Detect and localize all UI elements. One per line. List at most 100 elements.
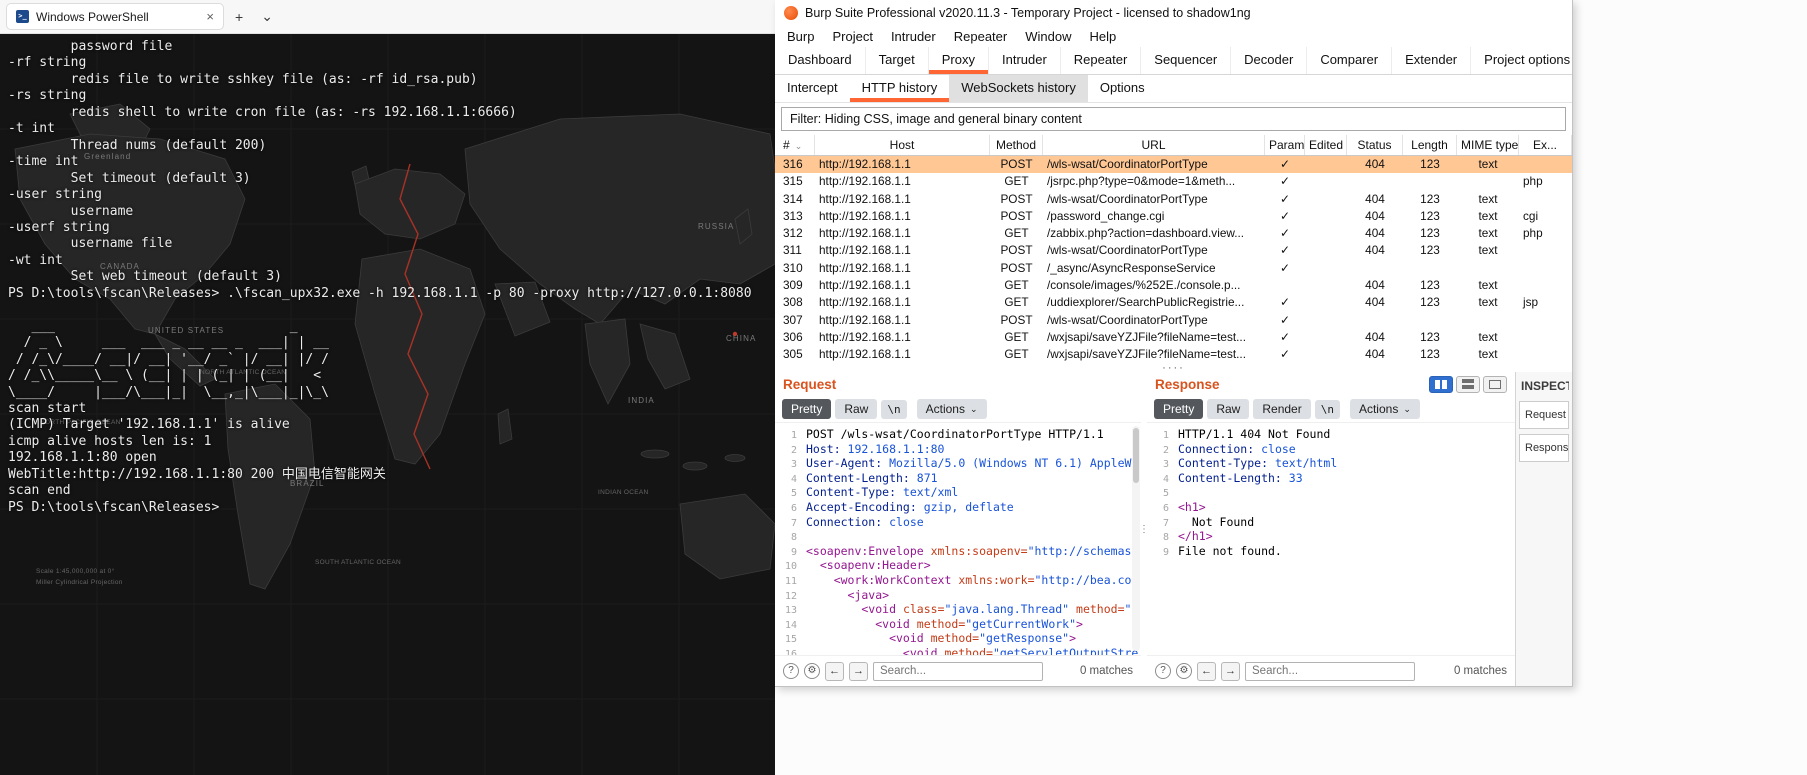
request-tab-pretty[interactable]: Pretty xyxy=(782,399,832,419)
response-panel-header: Response xyxy=(1147,372,1515,396)
prev-match-button[interactable]: ← xyxy=(1197,661,1216,681)
history-row-308[interactable]: 308 http://192.168.1.1 GET/uddiexplorer/Se… xyxy=(775,294,1572,311)
history-row-305[interactable]: 305 http://192.168.1.1 GET/wxjsapi/saveYZJ… xyxy=(775,346,1572,363)
main-tab-sequencer[interactable]: Sequencer xyxy=(1141,47,1232,74)
code-line: 1 HTTP/1.1 404 Not Found xyxy=(1162,427,1331,441)
terminal-body[interactable]: Greenland CANADA RUSSIA UNITED STATES CHINA I… xyxy=(0,34,775,775)
gear-icon[interactable]: ⚙ xyxy=(804,663,820,679)
column-header-params[interactable]: Params xyxy=(1265,135,1305,155)
main-tab-proxy[interactable]: Proxy xyxy=(929,47,989,74)
history-row-312[interactable]: 312 http://192.168.1.1 GET/zabbix.php?acti… xyxy=(775,225,1572,242)
request-scrollbar[interactable] xyxy=(1132,426,1140,651)
sub-tab-options[interactable]: Options xyxy=(1088,75,1157,102)
code-line: 14 <void method="getCurrentWork"> xyxy=(784,616,1083,631)
layout-single-button[interactable] xyxy=(1483,375,1507,393)
column-header-host[interactable]: Host xyxy=(815,135,990,155)
map-label: Scale 1:45,000,000 at 0° xyxy=(36,568,115,575)
menu-window[interactable]: Window xyxy=(1016,27,1080,46)
history-table-body: 316 http://192.168.1.1 POST/wls-wsat/Coord… xyxy=(775,156,1572,364)
main-tab-comparer[interactable]: Comparer xyxy=(1307,47,1393,74)
response-search-input[interactable] xyxy=(1245,661,1415,681)
code-line: 10 <soapenv:Header> xyxy=(784,558,931,573)
history-row-306[interactable]: 306 http://192.168.1.1 GET/wxjsapi/saveYZJ… xyxy=(775,329,1572,346)
main-tab-repeater[interactable]: Repeater xyxy=(1061,47,1142,74)
request-editor-content[interactable]: 1 POST /wls-wsat/CoordinatorPortType HTTP… xyxy=(775,422,1141,656)
column-header-mime-type[interactable]: MIME type xyxy=(1457,135,1519,155)
layout-columns-button[interactable] xyxy=(1429,375,1453,393)
main-tab-target[interactable]: Target xyxy=(866,47,929,74)
filter-bar-wrap: Filter: Hiding CSS, image and general bi… xyxy=(775,103,1572,135)
layout-rows-button[interactable] xyxy=(1456,375,1480,393)
sub-tab-intercept[interactable]: Intercept xyxy=(775,75,850,102)
request-panel-header: Request xyxy=(775,372,1141,396)
close-tab-icon[interactable]: × xyxy=(206,9,214,24)
code-line: 5 Content-Type: text/xml xyxy=(790,485,959,500)
menu-intruder[interactable]: Intruder xyxy=(882,27,945,46)
proxy-sub-tabs: Intercept HTTP history WebSockets history O… xyxy=(775,75,1572,103)
request-editor-tabs: Pretty Raw \n Actions ⌄ xyxy=(775,396,1141,422)
request-actions-button[interactable]: Actions ⌄ xyxy=(916,399,987,419)
code-line: 4 Content-Length: 871 xyxy=(790,470,938,485)
sub-tab-http-history[interactable]: HTTP history xyxy=(850,75,950,102)
help-icon[interactable]: ? xyxy=(783,663,799,679)
help-icon[interactable]: ? xyxy=(1155,663,1171,679)
main-tab-extender[interactable]: Extender xyxy=(1392,47,1472,74)
history-row-309[interactable]: 309 http://192.168.1.1 GET/console/images/… xyxy=(775,277,1572,294)
terminal-window: >_ Windows PowerShell × + ⌄ Greenland CA… xyxy=(0,0,775,775)
response-editor-content[interactable]: 1 HTTP/1.1 404 Not Found 2 Connection: clos… xyxy=(1147,422,1515,656)
history-row-310[interactable]: 310 http://192.168.1.1 POST/_async/AsyncRe… xyxy=(775,260,1572,277)
column-header-length[interactable]: Length xyxy=(1403,135,1457,155)
code-line: 15 <void method="getResponse"> xyxy=(784,631,1077,646)
response-tab-pretty[interactable]: Pretty xyxy=(1154,399,1204,419)
column-header-url[interactable]: URL xyxy=(1043,135,1265,155)
terminal-output: password file -rf string redis file to w… xyxy=(8,39,752,515)
history-row-314[interactable]: 314 http://192.168.1.1 POST/wls-wsat/Coord… xyxy=(775,191,1572,208)
sub-tab-websockets-history[interactable]: WebSockets history xyxy=(949,75,1088,102)
response-bottom-bar: ? ⚙ ← → 0 matches xyxy=(1147,656,1515,686)
history-row-316[interactable]: 316 http://192.168.1.1 POST/wls-wsat/Coord… xyxy=(775,156,1572,174)
menu-project[interactable]: Project xyxy=(823,27,881,46)
menu-repeater[interactable]: Repeater xyxy=(945,27,1016,46)
new-tab-button[interactable]: + xyxy=(228,9,250,25)
history-row-315[interactable]: 315 http://192.168.1.1 GET/jsrpc.php?type=… xyxy=(775,173,1572,190)
request-tab-raw[interactable]: Raw xyxy=(835,399,878,419)
next-match-button[interactable]: → xyxy=(1221,661,1240,681)
response-tab-raw[interactable]: Raw xyxy=(1207,399,1250,419)
response-tab-newline[interactable]: \n xyxy=(1314,399,1340,419)
column-header-ex[interactable]: Ex... xyxy=(1519,135,1572,155)
terminal-tab[interactable]: >_ Windows PowerShell × xyxy=(6,3,224,30)
menu-help[interactable]: Help xyxy=(1080,27,1125,46)
inspector-section-request[interactable]: Request ... xyxy=(1519,401,1569,429)
inspector-section-response[interactable]: Response... xyxy=(1519,434,1569,462)
response-tab-render[interactable]: Render xyxy=(1253,399,1311,419)
filter-bar[interactable]: Filter: Hiding CSS, image and general bi… xyxy=(781,107,1566,131)
gear-icon[interactable]: ⚙ xyxy=(1176,663,1192,679)
request-search-input[interactable] xyxy=(873,661,1043,681)
burp-title-bar[interactable]: Burp Suite Professional v2020.11.3 - Tem… xyxy=(775,0,1572,25)
main-tab-project-options[interactable]: Project options xyxy=(1471,47,1572,74)
tab-dropdown-icon[interactable]: ⌄ xyxy=(254,8,280,25)
column-header-status[interactable]: Status xyxy=(1347,135,1403,155)
response-actions-button[interactable]: Actions ⌄ xyxy=(1349,399,1420,419)
code-line: 3 Content-Type: text/html xyxy=(1162,456,1338,471)
next-match-button[interactable]: → xyxy=(849,661,868,681)
history-row-307[interactable]: 307 http://192.168.1.1 POST/wls-wsat/Coord… xyxy=(775,312,1572,329)
main-tab-dashboard[interactable]: Dashboard xyxy=(775,47,866,74)
inspector-sections: Request ... Response... xyxy=(1519,401,1569,462)
request-tab-newline[interactable]: \n xyxy=(881,399,907,419)
code-line: 9 <soapenv:Envelope xmlns:soapenv="http:/… xyxy=(790,543,1139,558)
column-header-edited[interactable]: Edited xyxy=(1305,135,1347,155)
column-header-[interactable]: # ⌄ xyxy=(775,135,815,155)
main-tab-decoder[interactable]: Decoder xyxy=(1231,47,1308,74)
code-line: 5 xyxy=(1162,488,1169,500)
history-row-311[interactable]: 311 http://192.168.1.1 POST/wls-wsat/Coord… xyxy=(775,242,1572,259)
column-header-method[interactable]: Method xyxy=(990,135,1043,155)
prev-match-button[interactable]: ← xyxy=(825,661,844,681)
code-line: 6 <h1> xyxy=(1162,499,1206,514)
history-row-313[interactable]: 313 http://192.168.1.1 POST/password_chang… xyxy=(775,208,1572,225)
response-matches-count: 0 matches xyxy=(1453,665,1507,677)
main-tab-intruder[interactable]: Intruder xyxy=(989,47,1061,74)
menu-burp[interactable]: Burp xyxy=(778,27,823,46)
code-line: 4 Content-Length: 33 xyxy=(1162,470,1303,485)
horizontal-splitter[interactable]: ···· xyxy=(775,362,1572,374)
